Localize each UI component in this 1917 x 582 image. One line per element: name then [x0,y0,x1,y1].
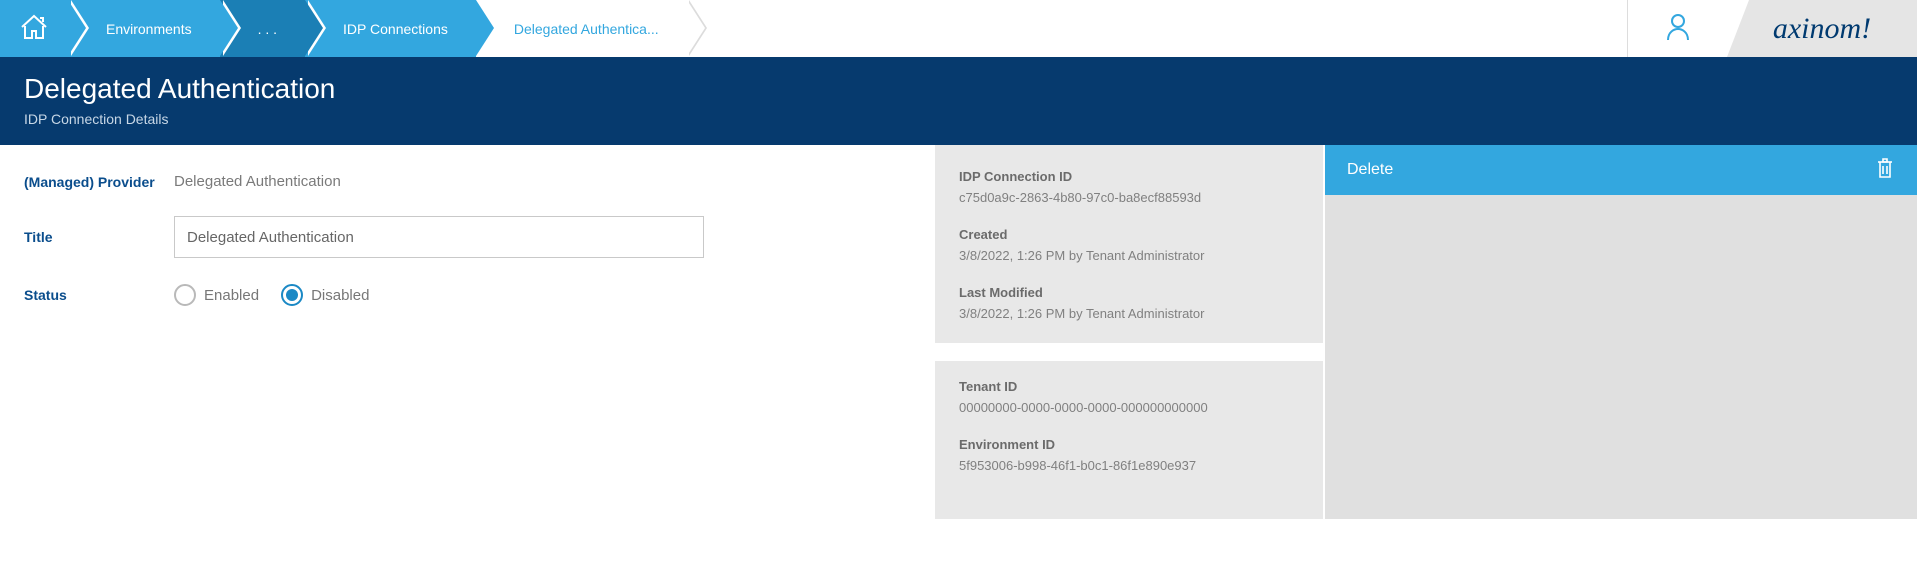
meta-label: IDP Connection ID [959,169,1299,184]
page-header: Delegated Authentication IDP Connection … [0,57,1917,145]
trash-icon [1875,156,1895,185]
meta-value: 3/8/2022, 1:26 PM by Tenant Administrato… [959,248,1299,263]
meta-label: Last Modified [959,285,1299,300]
main: (Managed) Provider Delegated Authenticat… [0,145,1917,519]
status-radio-group: Enabled Disabled [174,284,369,306]
brand-text: axinom! [1773,12,1871,46]
user-icon [1665,12,1691,45]
meta-last-modified: Last Modified 3/8/2022, 1:26 PM by Tenan… [959,285,1299,321]
breadcrumb-label: Environments [106,21,192,37]
radio-dot-icon [174,284,196,306]
delete-button-label: Delete [1347,161,1393,179]
meta-idp-connection-id: IDP Connection ID c75d0a9c-2863-4b80-97c… [959,169,1299,205]
meta-environment-id: Environment ID 5f953006-b998-46f1-b0c1-8… [959,437,1299,473]
user-menu-button[interactable] [1627,0,1727,57]
form-row-status: Status Enabled Disabled [24,284,911,306]
meta-value: 5f953006-b998-46f1-b0c1-86f1e890e937 [959,458,1299,473]
brand-logo: axinom! [1727,0,1917,57]
breadcrumb-current: Delegated Authentica... [476,0,687,57]
breadcrumb: Environments . . . IDP Connections Deleg… [0,0,687,57]
topbar-right: axinom! [1627,0,1917,57]
provider-label: (Managed) Provider [24,174,174,190]
meta-value: 00000000-0000-0000-0000-000000000000 [959,400,1299,415]
page-subtitle: IDP Connection Details [24,111,1893,127]
home-icon [18,13,50,44]
title-input[interactable] [174,216,704,258]
form-row-provider: (Managed) Provider Delegated Authenticat… [24,173,911,190]
breadcrumb-environments[interactable]: Environments [68,0,220,57]
topbar-spacer [687,0,1627,57]
meta-label: Tenant ID [959,379,1299,394]
breadcrumb-label: Delegated Authentica... [514,21,659,37]
meta-value: 3/8/2022, 1:26 PM by Tenant Administrato… [959,306,1299,321]
status-label: Status [24,287,174,303]
meta-tenant-id: Tenant ID 00000000-0000-0000-0000-000000… [959,379,1299,415]
meta-separator [935,343,1323,361]
form-column: (Managed) Provider Delegated Authenticat… [0,145,935,519]
topbar: Environments . . . IDP Connections Deleg… [0,0,1917,57]
breadcrumb-home[interactable] [0,0,68,57]
title-label: Title [24,229,174,245]
meta-label: Created [959,227,1299,242]
radio-label: Enabled [204,287,259,304]
page-title: Delegated Authentication [24,73,1893,105]
radio-dot-icon [281,284,303,306]
breadcrumb-label: . . . [258,21,277,37]
breadcrumb-idp-connections[interactable]: IDP Connections [305,0,476,57]
delete-button[interactable]: Delete [1325,145,1917,195]
actions-column: Delete [1325,145,1917,519]
status-radio-enabled[interactable]: Enabled [174,284,259,306]
meta-column: IDP Connection ID c75d0a9c-2863-4b80-97c… [935,145,1325,519]
breadcrumb-label: IDP Connections [343,21,448,37]
provider-value: Delegated Authentication [174,173,341,190]
form-row-title: Title [24,216,911,258]
radio-label: Disabled [311,287,369,304]
meta-created: Created 3/8/2022, 1:26 PM by Tenant Admi… [959,227,1299,263]
meta-label: Environment ID [959,437,1299,452]
meta-value: c75d0a9c-2863-4b80-97c0-ba8ecf88593d [959,190,1299,205]
status-radio-disabled[interactable]: Disabled [281,284,369,306]
